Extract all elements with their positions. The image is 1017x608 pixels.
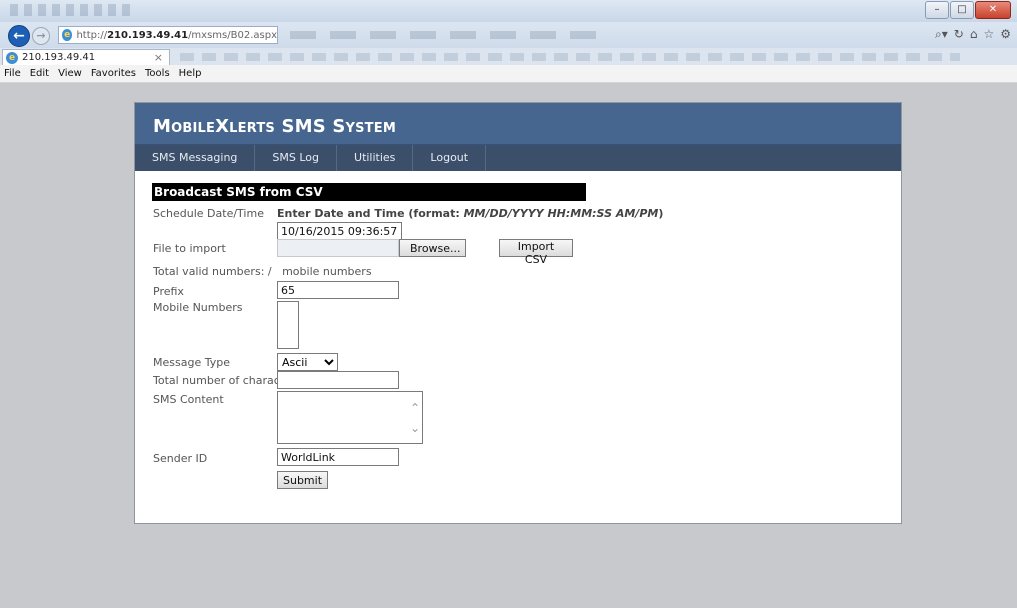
mobile-numbers-label: Mobile Numbers bbox=[153, 301, 243, 314]
browser-tab[interactable]: e 210.193.49.41 × bbox=[2, 49, 170, 65]
nav-sms-messaging[interactable]: SMS Messaging bbox=[135, 145, 256, 171]
message-type-select[interactable]: Ascii bbox=[277, 353, 338, 371]
ghost-toolbar bbox=[180, 53, 960, 61]
app-nav: SMS Messaging SMS Log Utilities Logout bbox=[135, 145, 901, 171]
submit-button[interactable]: Submit bbox=[277, 471, 328, 489]
page-viewport: MobileXlerts SMS System SMS Messaging SM… bbox=[0, 83, 1017, 608]
titlebar-ghost-text bbox=[10, 4, 130, 16]
schedule-label: Schedule Date/Time bbox=[153, 207, 264, 220]
message-type-label: Message Type bbox=[153, 356, 230, 369]
nav-logout[interactable]: Logout bbox=[413, 145, 487, 171]
menu-edit[interactable]: Edit bbox=[30, 68, 49, 79]
prefix-input[interactable] bbox=[277, 281, 399, 299]
submit-row: Submit bbox=[152, 471, 752, 491]
tab-close-icon[interactable]: × bbox=[154, 51, 163, 64]
sms-content-label: SMS Content bbox=[153, 393, 224, 406]
broadcast-form: Broadcast SMS from CSV Schedule Date/Tim… bbox=[152, 183, 752, 489]
browse-button[interactable]: Browse... bbox=[399, 239, 466, 257]
maximize-icon[interactable]: □ bbox=[950, 1, 974, 19]
total-chars-row: Total number of characters bbox=[152, 371, 752, 391]
import-csv-button[interactable]: Import CSV bbox=[499, 239, 573, 266]
sender-row: Sender ID bbox=[152, 448, 752, 468]
mobile-numbers-textarea[interactable] bbox=[277, 301, 299, 349]
refresh-icon[interactable]: ↻ bbox=[954, 27, 964, 42]
tab-title: 210.193.49.41 bbox=[22, 52, 96, 63]
window-controls: – □ ✕ bbox=[924, 1, 1011, 19]
forward-arrow-icon[interactable]: → bbox=[32, 27, 50, 45]
chevron-down-icon[interactable]: ⌄ bbox=[410, 418, 420, 438]
sender-id-input[interactable] bbox=[277, 448, 399, 466]
app-title: MobileXlerts SMS System bbox=[153, 116, 901, 137]
menu-bar: File Edit View Favorites Tools Help bbox=[0, 65, 1017, 83]
tab-row: e 210.193.49.41 × bbox=[0, 48, 1017, 65]
mobile-numbers-row: Mobile Numbers bbox=[152, 301, 752, 353]
nav-sms-log[interactable]: SMS Log bbox=[255, 145, 338, 171]
menu-favorites[interactable]: Favorites bbox=[91, 68, 136, 79]
url-path: /mxsms/B02.aspx bbox=[188, 29, 277, 41]
hint-prefix: Enter Date and Time (format: bbox=[277, 207, 464, 220]
sms-content-row: SMS Content ⌃ ⌄ bbox=[152, 391, 752, 447]
section-title: Broadcast SMS from CSV bbox=[152, 183, 586, 201]
tab-ie-icon: e bbox=[6, 51, 18, 64]
app-title-text: MobileXlerts SMS System bbox=[153, 116, 396, 137]
prefix-row: Prefix bbox=[152, 281, 752, 301]
total-chars-input[interactable] bbox=[277, 371, 399, 389]
minimize-icon[interactable]: – bbox=[925, 1, 949, 19]
file-import-row: File to import Browse... Import CSV bbox=[152, 239, 752, 266]
file-path-field[interactable] bbox=[277, 239, 399, 257]
total-valid-label: Total valid numbers: / mobile numbers bbox=[153, 265, 372, 278]
favorites-star-icon[interactable]: ☆ bbox=[983, 27, 994, 42]
schedule-format-hint: Enter Date and Time (format: MM/DD/YYYY … bbox=[277, 207, 663, 220]
hint-format: MM/DD/YYYY HH:MM:SS AM/PM bbox=[463, 207, 659, 220]
textarea-scroll-arrows: ⌃ ⌄ bbox=[410, 398, 420, 438]
menu-file[interactable]: File bbox=[4, 68, 21, 79]
window-titlebar: – □ ✕ bbox=[0, 0, 1017, 22]
menu-view[interactable]: View bbox=[58, 68, 82, 79]
hint-suffix: ) bbox=[658, 207, 664, 220]
url-prefix: http:// bbox=[76, 29, 108, 41]
search-icon[interactable]: ⌕▾ bbox=[935, 27, 948, 42]
menu-help[interactable]: Help bbox=[179, 68, 202, 79]
home-icon[interactable]: ⌂ bbox=[970, 27, 978, 42]
message-type-row: Message Type Ascii bbox=[152, 353, 752, 373]
sms-content-textarea[interactable] bbox=[277, 391, 423, 444]
close-window-icon[interactable]: ✕ bbox=[975, 1, 1011, 19]
schedule-datetime-input[interactable] bbox=[277, 222, 402, 240]
ie-icon: e bbox=[62, 29, 73, 41]
back-arrow-icon[interactable]: ← bbox=[8, 25, 30, 47]
sender-label: Sender ID bbox=[153, 452, 208, 465]
app-container: MobileXlerts SMS System SMS Messaging SM… bbox=[134, 102, 902, 524]
chevron-up-icon[interactable]: ⌃ bbox=[410, 398, 420, 418]
file-label: File to import bbox=[153, 242, 226, 255]
address-bar[interactable]: e http://210.193.49.41/mxsms/B02.aspx bbox=[58, 26, 278, 44]
prefix-label: Prefix bbox=[153, 285, 184, 298]
address-row: ← → e http://210.193.49.41/mxsms/B02.asp… bbox=[0, 22, 1017, 48]
nav-utilities[interactable]: Utilities bbox=[337, 145, 414, 171]
settings-gear-icon[interactable]: ⚙ bbox=[1000, 27, 1011, 42]
ghost-ribbon bbox=[290, 31, 610, 39]
url-host: 210.193.49.41 bbox=[107, 29, 189, 41]
menu-tools[interactable]: Tools bbox=[145, 68, 170, 79]
app-header: MobileXlerts SMS System bbox=[135, 103, 901, 145]
browser-right-controls: ⌕▾ ↻ ⌂ ☆ ⚙ bbox=[935, 27, 1011, 42]
file-picker: Browse... bbox=[277, 239, 466, 257]
